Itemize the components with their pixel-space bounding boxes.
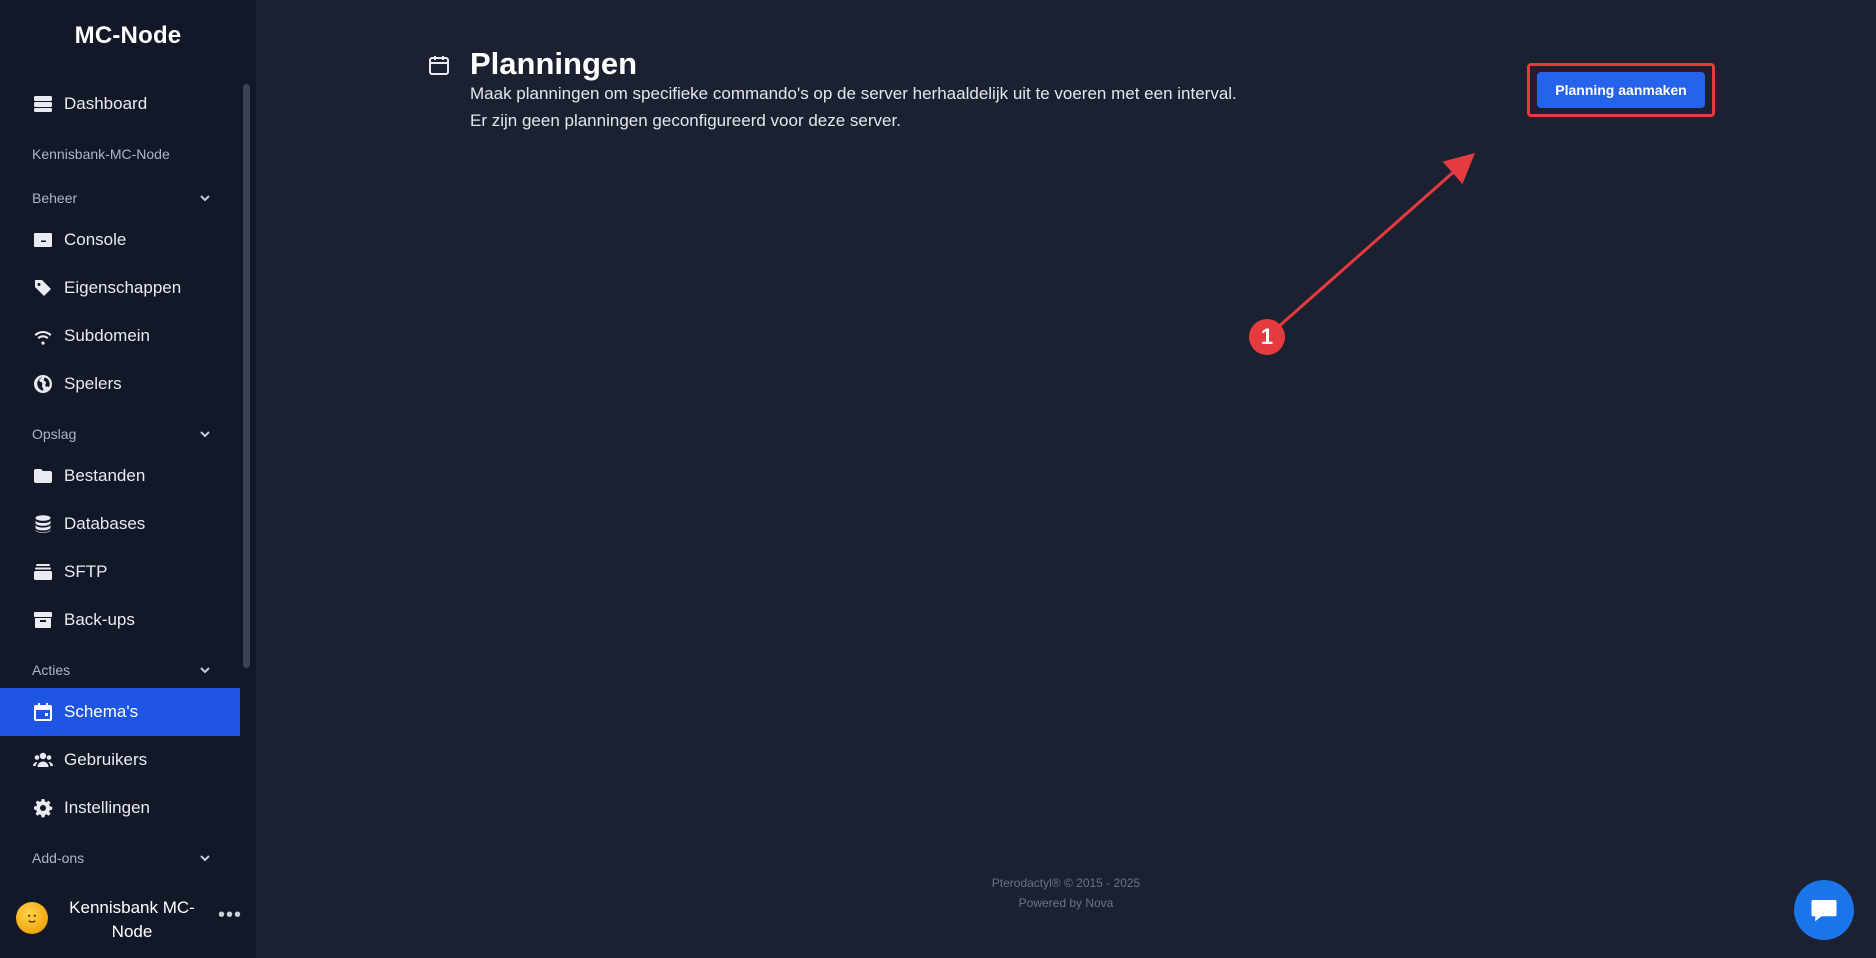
sidebar-scrollbar[interactable] (243, 84, 250, 668)
annotation-arrow (1276, 153, 1475, 330)
section-beheer[interactable]: Beheer (32, 187, 212, 209)
avatar (16, 902, 48, 934)
gear-icon (32, 797, 54, 819)
section-acties[interactable]: Acties (32, 659, 212, 681)
chat-icon (1811, 900, 1837, 922)
wifi-icon (32, 325, 54, 347)
sidebar-item-label: Instellingen (64, 798, 151, 817)
chevron-down-icon (198, 851, 212, 865)
sidebar-item-label: Spelers (64, 374, 122, 393)
server-name-text: Kennisbank-MC-Node (32, 146, 170, 162)
folder-icon (32, 465, 54, 487)
sidebar-item-instellingen[interactable]: Instellingen (0, 784, 240, 832)
chevron-down-icon (198, 663, 212, 677)
server-icon (32, 93, 54, 115)
sidebar-scrollbar-thumb[interactable] (243, 84, 250, 668)
sidebar-item-subdomein[interactable]: Subdomein (0, 312, 240, 360)
chevron-down-icon (198, 191, 212, 205)
sidebar-item-eigenschappen[interactable]: Eigenschappen (0, 264, 240, 312)
archive-icon (32, 609, 54, 631)
sidebar-item-label: Eigenschappen (64, 278, 182, 297)
database-icon (32, 513, 54, 535)
sidebar-item-schemas[interactable]: Schema's (0, 688, 240, 736)
calendar-icon (428, 54, 450, 76)
sidebar-item-bestanden[interactable]: Bestanden (0, 452, 240, 500)
sidebar-item-label: Bestanden (64, 466, 146, 485)
sidebar-item-dashboard[interactable]: Dashboard (0, 80, 240, 128)
create-schedule-button[interactable]: Planning aanmaken (1537, 72, 1705, 108)
sidebar-item-databases[interactable]: Databases (0, 500, 240, 548)
footer-copyright: Pterodactyl® © 2015 - 2025 (991, 876, 1141, 890)
layers-icon (32, 561, 54, 583)
calendar-icon (32, 701, 54, 723)
user-profile[interactable]: Kennisbank MC-Node ••• (0, 890, 256, 946)
section-label: Beheer (32, 190, 78, 206)
annotation-badge: 1 (1249, 319, 1285, 355)
empty-state-message: Er zijn geen planningen geconfigureerd v… (470, 111, 901, 130)
sidebar-item-gebruikers[interactable]: Gebruikers (0, 736, 240, 784)
page-description: Maak planningen om specifieke commando's… (470, 84, 1237, 103)
smiley-icon (28, 914, 36, 923)
chat-button[interactable] (1794, 880, 1854, 940)
sidebar-item-label: Schema's (64, 702, 139, 721)
user-name: Kennisbank MC-Node (69, 898, 195, 941)
globe-icon (32, 373, 54, 395)
server-name-label: Kennisbank-MC-Node (32, 143, 212, 165)
footer-powered-by: Powered by Nova (1018, 896, 1114, 910)
page-title: Planningen (470, 46, 638, 81)
section-addons[interactable]: Add-ons (32, 847, 212, 869)
chevron-down-icon (198, 427, 212, 441)
section-label: Acties (32, 662, 71, 678)
sidebar-item-label: Subdomein (64, 326, 151, 345)
sidebar-item-spelers[interactable]: Spelers (0, 360, 240, 408)
sidebar-item-label: Back-ups (64, 610, 135, 629)
section-label: Opslag (32, 426, 77, 442)
brand-title: MC-Node (74, 22, 182, 49)
sidebar-item-label: SFTP (64, 562, 108, 581)
section-label: Add-ons (32, 850, 85, 866)
sidebar-item-sftp[interactable]: SFTP (0, 548, 240, 596)
more-options-icon[interactable]: ••• (218, 905, 242, 930)
sidebar-item-label: Dashboard (64, 94, 148, 113)
sidebar-item-label: Gebruikers (64, 750, 148, 769)
sidebar-item-label: Databases (64, 514, 146, 533)
app-window: MC-Node Dashboard Kennisbank-MC-Node Beh… (0, 0, 1876, 958)
sidebar: MC-Node Dashboard Kennisbank-MC-Node Beh… (0, 0, 256, 958)
main-content: Planningen Maak planningen om specifieke… (256, 0, 1876, 958)
users-icon (32, 749, 54, 771)
sidebar-item-back-ups[interactable]: Back-ups (0, 596, 240, 644)
sidebar-item-console[interactable]: Console (0, 216, 240, 264)
sidebar-item-label: Console (64, 230, 127, 249)
terminal-icon (32, 229, 54, 251)
tag-icon (32, 277, 54, 299)
section-opslag[interactable]: Opslag (32, 423, 212, 445)
